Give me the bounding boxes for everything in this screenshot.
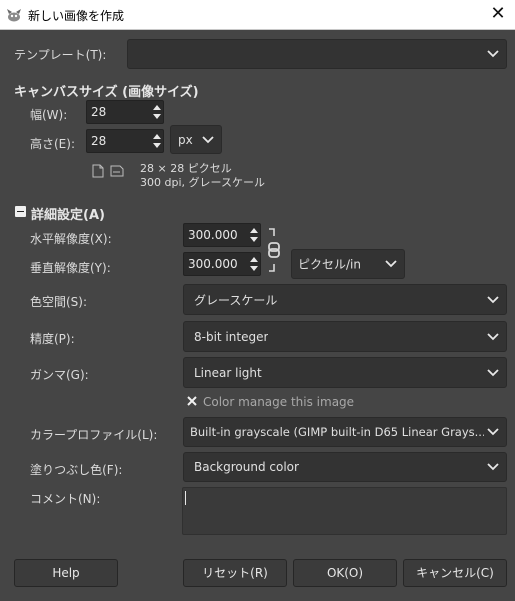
- comment-textarea[interactable]: [182, 487, 507, 535]
- down-arrow-icon[interactable]: [250, 266, 258, 271]
- image-resolution-text: 300 dpi, グレースケール: [140, 176, 265, 189]
- unit-combo[interactable]: px: [170, 125, 222, 154]
- canvas-size-title: キャンバスサイズ (画像サイズ): [14, 85, 199, 100]
- collapse-toggle[interactable]: [15, 206, 26, 217]
- gimp-app-icon: [7, 9, 21, 22]
- gamma-value: Linear light: [194, 365, 262, 380]
- height-label: 高さ(E):: [30, 137, 75, 151]
- gamma-label: ガンマ(G):: [30, 368, 89, 382]
- colorspace-combo[interactable]: グレースケール: [183, 284, 507, 315]
- chevron-down-icon: [487, 332, 499, 340]
- width-stepper[interactable]: [150, 101, 163, 123]
- template-label: テンプレート(T):: [14, 48, 107, 62]
- chevron-down-icon: [487, 368, 499, 376]
- x-resolution-stepper[interactable]: [247, 224, 260, 246]
- y-resolution-spin[interactable]: 300.000: [183, 252, 261, 276]
- chain-link-icon[interactable]: [266, 226, 282, 274]
- fill-color-value: Background color: [194, 460, 299, 474]
- image-dimensions-info: 28 × 28 ピクセル 300 dpi, グレースケール: [140, 162, 265, 190]
- height-spin[interactable]: 28: [86, 129, 164, 153]
- reset-button[interactable]: リセット(R): [183, 559, 287, 587]
- y-resolution-label: 垂直解像度(Y):: [30, 261, 111, 275]
- color-profile-value: Built-in grayscale (GIMP built-in D65 Li…: [190, 425, 484, 439]
- resolution-unit-combo[interactable]: ピクセル/in: [291, 249, 405, 279]
- title-bar: 新しい画像を作成 ✕: [0, 0, 515, 30]
- up-arrow-icon[interactable]: [153, 134, 161, 139]
- y-resolution-value: 300.000: [188, 257, 238, 271]
- resolution-unit-value: ピクセル/in: [298, 257, 361, 272]
- landscape-icon[interactable]: [110, 165, 124, 177]
- down-arrow-icon[interactable]: [153, 143, 161, 148]
- width-spin[interactable]: 28: [86, 100, 164, 124]
- down-arrow-icon[interactable]: [153, 114, 161, 119]
- color-profile-label: カラープロファイル(L):: [30, 428, 158, 442]
- width-value: 28: [91, 105, 107, 119]
- ok-button[interactable]: OK(O): [293, 559, 397, 587]
- window-title: 新しい画像を作成: [28, 9, 125, 23]
- precision-label: 精度(P):: [30, 332, 75, 346]
- fill-color-combo[interactable]: Background color: [183, 452, 507, 482]
- template-combo[interactable]: [127, 39, 507, 69]
- advanced-options-title[interactable]: 詳細設定(A): [31, 204, 105, 223]
- color-manage-checkbox[interactable]: [186, 395, 198, 407]
- color-profile-combo[interactable]: Built-in grayscale (GIMP built-in D65 Li…: [183, 417, 507, 447]
- help-button[interactable]: Help: [14, 559, 118, 587]
- colorspace-value: グレースケール: [194, 293, 278, 307]
- precision-value: 8-bit integer: [194, 329, 269, 344]
- x-resolution-label: 水平解像度(X):: [30, 232, 112, 246]
- up-arrow-icon[interactable]: [250, 257, 258, 262]
- minus-icon: [17, 211, 24, 212]
- fill-color-label: 塗りつぶし色(F):: [30, 463, 123, 477]
- height-stepper[interactable]: [150, 130, 163, 152]
- chevron-down-icon: [202, 135, 214, 143]
- up-arrow-icon[interactable]: [250, 228, 258, 233]
- chevron-down-icon: [487, 50, 499, 58]
- comment-label: コメント(N):: [30, 492, 101, 506]
- colorspace-label: 色空間(S):: [30, 295, 88, 309]
- y-resolution-stepper[interactable]: [247, 253, 260, 275]
- checkmark-x-icon: [187, 396, 197, 406]
- close-button[interactable]: ✕: [481, 0, 515, 30]
- color-manage-label[interactable]: Color manage this image: [203, 395, 354, 409]
- text-caret: [185, 491, 186, 505]
- x-resolution-value: 300.000: [188, 228, 238, 242]
- image-size-text: 28 × 28 ピクセル: [140, 162, 232, 175]
- width-label: 幅(W):: [30, 108, 68, 122]
- height-value: 28: [91, 134, 107, 148]
- portrait-icon[interactable]: [92, 164, 104, 178]
- precision-combo[interactable]: 8-bit integer: [183, 321, 507, 352]
- chevron-down-icon: [385, 260, 397, 268]
- chevron-down-icon: [487, 463, 499, 471]
- chevron-down-icon: [487, 295, 499, 303]
- chevron-down-icon: [487, 428, 499, 436]
- up-arrow-icon[interactable]: [153, 105, 161, 110]
- x-resolution-spin[interactable]: 300.000: [183, 223, 261, 247]
- unit-value: px: [178, 132, 193, 147]
- cancel-button[interactable]: キャンセル(C): [403, 559, 507, 587]
- close-icon: ✕: [490, 3, 506, 24]
- down-arrow-icon[interactable]: [250, 237, 258, 242]
- gamma-combo[interactable]: Linear light: [183, 357, 507, 388]
